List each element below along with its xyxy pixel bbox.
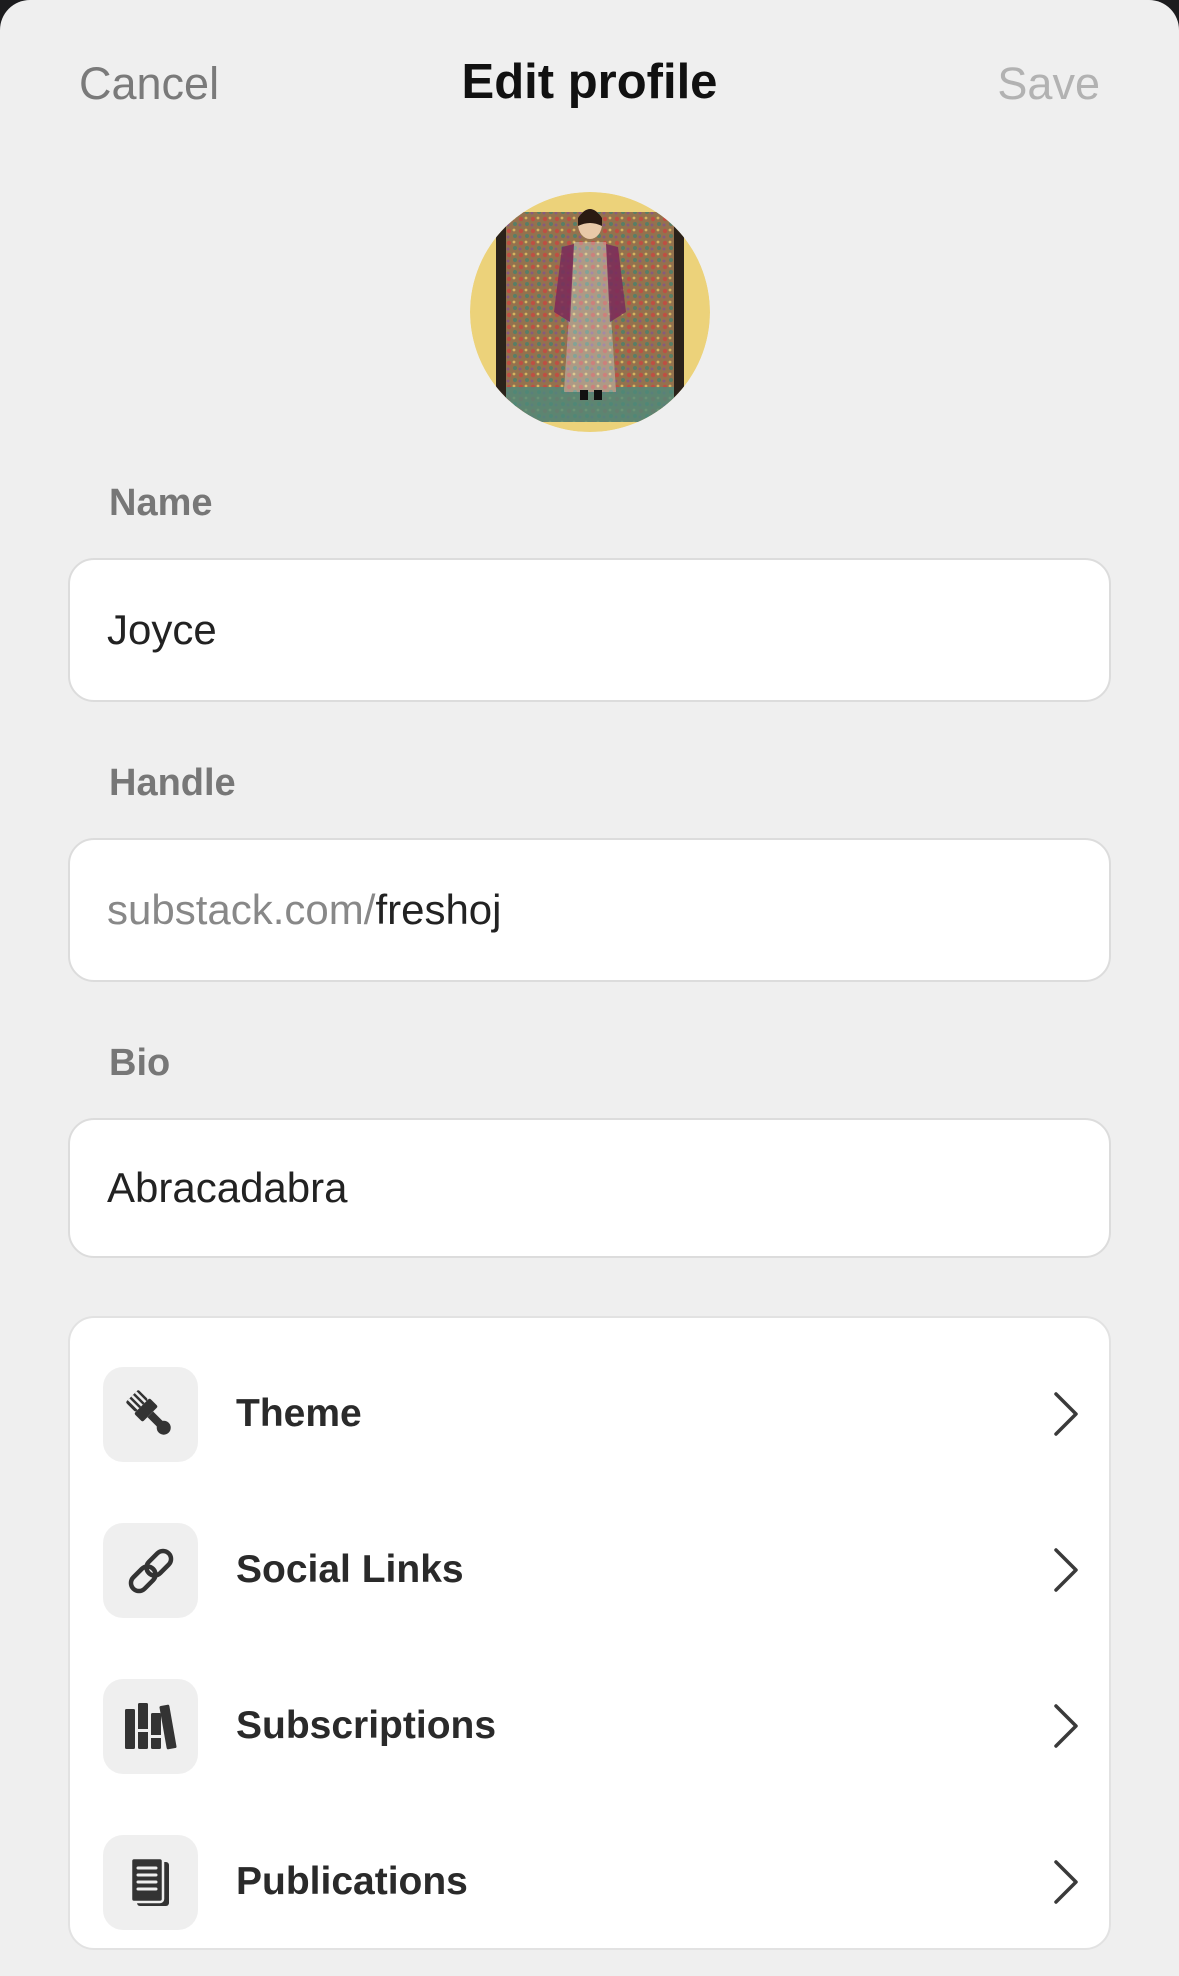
- menu-icon-container: [103, 1367, 198, 1462]
- menu-icon-container: [103, 1679, 198, 1774]
- chevron-right-icon: [1054, 1548, 1078, 1592]
- chevron-right-icon: [1054, 1704, 1078, 1748]
- menu-item-subscriptions[interactable]: Subscriptions: [70, 1666, 1109, 1786]
- menu-item-social-links[interactable]: Social Links: [70, 1510, 1109, 1630]
- menu-item-label: Social Links: [236, 1548, 464, 1591]
- edit-profile-sheet: Cancel Edit profile Save Name Joyce Hand…: [0, 0, 1179, 1976]
- save-button[interactable]: Save: [997, 58, 1100, 110]
- profile-photo: [470, 192, 710, 432]
- menu-item-theme[interactable]: Theme: [70, 1354, 1109, 1474]
- nav-bar: Cancel Edit profile Save: [0, 0, 1179, 170]
- paintbrush-icon: [125, 1389, 171, 1435]
- handle-label: Handle: [109, 762, 236, 804]
- link-icon: [128, 1548, 173, 1593]
- handle-value: freshoj: [375, 886, 502, 933]
- avatar[interactable]: [470, 192, 710, 432]
- books-icon: [124, 1702, 177, 1749]
- name-field[interactable]: Joyce: [68, 558, 1111, 702]
- handle-field[interactable]: substack.com/freshoj: [68, 838, 1111, 982]
- menu-item-label: Subscriptions: [236, 1704, 497, 1747]
- chevron-right-icon: [1054, 1392, 1078, 1436]
- settings-menu: Theme Social Links Subscriptions Publica…: [68, 1316, 1111, 1950]
- name-label: Name: [109, 482, 213, 524]
- document-icon: [129, 1856, 169, 1906]
- menu-item-label: Publications: [236, 1860, 468, 1903]
- name-value: Joyce: [107, 606, 217, 653]
- chevron-right-icon: [1054, 1860, 1078, 1904]
- menu-icon-container: [103, 1835, 198, 1930]
- menu-item-label: Theme: [236, 1392, 362, 1435]
- menu-item-publications[interactable]: Publications: [70, 1822, 1109, 1942]
- bio-value: Abracadabra: [107, 1164, 348, 1211]
- handle-prefix: substack.com/: [107, 886, 376, 933]
- menu-icon-container: [103, 1523, 198, 1618]
- bio-field[interactable]: Abracadabra: [68, 1118, 1111, 1258]
- bio-label: Bio: [109, 1042, 171, 1084]
